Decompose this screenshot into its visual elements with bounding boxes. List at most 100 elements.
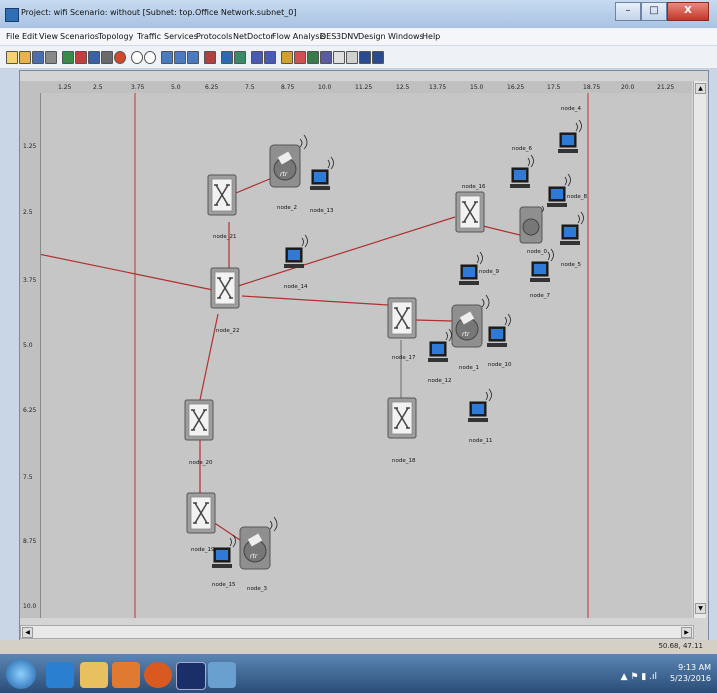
workstation-node-5[interactable]: node_5 xyxy=(559,211,584,268)
menu-windows[interactable]: Windows xyxy=(388,32,424,41)
workstation-node-4[interactable]: node_4 xyxy=(557,106,582,154)
workstation-node-12[interactable]: node_12 xyxy=(427,328,452,384)
menu-scenarios[interactable]: Scenarios xyxy=(60,32,99,41)
router-node-2[interactable]: rtr node_2 xyxy=(269,134,308,211)
node-label: node_12 xyxy=(428,378,451,384)
configure-traffic-icon[interactable] xyxy=(161,51,173,64)
menu-file[interactable]: File xyxy=(6,32,19,41)
save-icon[interactable] xyxy=(32,51,44,64)
hide-icon[interactable] xyxy=(346,51,358,64)
link[interactable] xyxy=(414,319,453,322)
menu-services[interactable]: Services xyxy=(164,32,198,41)
export-icon[interactable] xyxy=(333,51,345,64)
netdoctor-icon[interactable] xyxy=(264,51,276,64)
fail-node-icon[interactable] xyxy=(88,51,100,64)
zoom-in-icon[interactable] xyxy=(131,51,143,64)
link[interactable] xyxy=(482,225,521,236)
view-results-icon[interactable] xyxy=(221,51,233,64)
annotate-icon[interactable] xyxy=(294,51,306,64)
switch-node-20[interactable]: node_20 xyxy=(184,399,214,466)
switch-node-21[interactable]: node_21 xyxy=(207,174,237,240)
map-icon[interactable] xyxy=(307,51,319,64)
switch-node-19[interactable]: node_19 xyxy=(186,492,216,553)
workstation-node-11[interactable]: node_11 xyxy=(467,388,492,444)
new-project-icon[interactable] xyxy=(6,51,18,64)
horizontal-scrollbar[interactable]: ◀ ▶ xyxy=(20,625,694,639)
switch-node-18[interactable]: node_18 xyxy=(387,397,417,464)
menu-view[interactable]: View xyxy=(39,32,58,41)
check-links-icon[interactable] xyxy=(75,51,87,64)
menu-netdoctor[interactable]: NetDoctor xyxy=(233,32,274,41)
router-node-0[interactable]: node_0 xyxy=(519,205,547,255)
workstation-node-14[interactable]: node_14 xyxy=(283,234,308,290)
scroll-right-arrow-icon[interactable]: ▶ xyxy=(681,627,692,638)
menu-edit[interactable]: Edit xyxy=(22,32,38,41)
view-traffic-icon[interactable] xyxy=(174,51,186,64)
window-title: Project: wifi Scenario: without [Subnet:… xyxy=(21,8,297,17)
media-player-icon[interactable] xyxy=(112,662,140,688)
link[interactable] xyxy=(241,295,389,306)
workstation-node-6[interactable]: node_6 xyxy=(509,146,534,189)
network-canvas[interactable]: node_21 node_22 node_20 node_19 node_17 … xyxy=(41,93,692,618)
link[interactable] xyxy=(199,313,219,401)
minimize-button[interactable]: – xyxy=(615,2,641,21)
menu-help[interactable]: Help xyxy=(422,32,440,41)
draw-icon[interactable] xyxy=(281,51,293,64)
node-label: node_11 xyxy=(469,438,492,444)
statistics-icon[interactable] xyxy=(234,51,246,64)
clock[interactable]: 9:13 AM 5/23/2016 xyxy=(670,662,711,684)
menu-topology[interactable]: Topology xyxy=(98,32,133,41)
start-button[interactable] xyxy=(6,659,36,689)
menu-traffic[interactable]: Traffic xyxy=(137,32,161,41)
menu-3dnv[interactable]: 3DNV xyxy=(336,32,359,41)
menu-design[interactable]: Design xyxy=(358,32,386,41)
switch-node-17[interactable]: node_17 xyxy=(387,297,417,361)
link[interactable] xyxy=(237,216,456,287)
return-parent-icon[interactable] xyxy=(114,51,126,64)
workstation-node-15[interactable]: node_15 xyxy=(211,534,236,588)
ruler-x-label: 15.0 xyxy=(470,84,484,91)
layout-icon[interactable] xyxy=(359,51,371,64)
ruler-x-label: 8.75 xyxy=(281,84,295,91)
scroll-up-arrow-icon[interactable]: ▲ xyxy=(695,83,706,94)
node-label: node_6 xyxy=(512,146,532,152)
router-node-1[interactable]: rtr node_1 xyxy=(451,294,490,371)
ruler-x-label: 10.0 xyxy=(318,84,332,91)
file-explorer-icon[interactable] xyxy=(80,662,108,688)
opnet-icon[interactable] xyxy=(176,662,206,690)
internet-explorer-icon[interactable] xyxy=(46,662,74,688)
ruler-y-label: 3.75 xyxy=(23,277,37,284)
report-icon[interactable] xyxy=(320,51,332,64)
scroll-left-arrow-icon[interactable]: ◀ xyxy=(22,627,33,638)
menu-protocols[interactable]: Protocols xyxy=(196,32,232,41)
menu-des[interactable]: DES xyxy=(320,32,336,41)
open-icon[interactable] xyxy=(19,51,31,64)
menu-flow-analysis[interactable]: Flow Analysis xyxy=(272,32,326,41)
object-palette-icon[interactable] xyxy=(62,51,74,64)
workstation-node-9[interactable]: node_9 xyxy=(458,251,499,286)
workstation-node-10[interactable]: node_10 xyxy=(486,313,512,368)
configure-simulation-icon[interactable] xyxy=(204,51,216,64)
link[interactable] xyxy=(41,246,214,291)
workstation-node-13[interactable]: node_13 xyxy=(309,156,334,214)
flow-analysis-icon[interactable] xyxy=(251,51,263,64)
print-icon[interactable] xyxy=(45,51,57,64)
close-button[interactable]: X xyxy=(667,2,709,21)
grid-icon[interactable] xyxy=(372,51,384,64)
switch-node-16[interactable]: node_16 xyxy=(455,184,486,233)
clear-traffic-icon[interactable] xyxy=(187,51,199,64)
link[interactable] xyxy=(235,177,273,194)
paint-icon[interactable] xyxy=(208,662,236,688)
tray-icons[interactable]: ▲ ⚑ ▮ .ıl xyxy=(621,672,657,682)
router-label: rtr xyxy=(250,553,258,560)
scroll-down-arrow-icon[interactable]: ▼ xyxy=(695,603,706,614)
maximize-button[interactable]: □ xyxy=(641,2,667,21)
recover-node-icon[interactable] xyxy=(101,51,113,64)
vertical-scrollbar[interactable]: ▲ ▼ xyxy=(693,81,706,618)
workstation-node-8[interactable]: node_8 xyxy=(546,173,587,208)
workstation-node-7[interactable]: node_7 xyxy=(529,248,554,299)
firefox-icon[interactable] xyxy=(144,662,172,688)
zoom-out-icon[interactable] xyxy=(144,51,156,64)
router-node-3[interactable]: rtr node_3 xyxy=(239,516,278,592)
switch-node-22[interactable]: node_22 xyxy=(210,267,240,334)
